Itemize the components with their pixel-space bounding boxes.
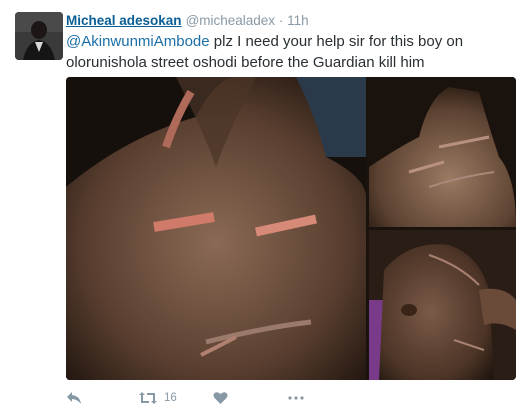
retweet-icon: [139, 392, 157, 404]
separator: ·: [278, 13, 284, 28]
retweet-count: 16: [164, 392, 177, 404]
photo-3[interactable]: [369, 230, 516, 380]
photo-2[interactable]: [369, 77, 516, 227]
like-icon: [213, 392, 228, 404]
mention-link[interactable]: @AkinwunmiAmbode: [66, 33, 210, 50]
reply-button[interactable]: [66, 388, 82, 408]
media-grid: [66, 77, 516, 380]
author-handle[interactable]: @michealadex: [186, 13, 276, 28]
more-button[interactable]: [288, 388, 304, 408]
author-name[interactable]: Micheal adesokan: [66, 13, 182, 28]
photo-1[interactable]: [66, 77, 366, 380]
retweet-button[interactable]: 16: [138, 388, 177, 408]
tweet-actions: 16: [66, 388, 486, 408]
like-button[interactable]: [213, 388, 228, 408]
avatar[interactable]: [15, 12, 63, 60]
tweet-header: Micheal adesokan @michealadex · 11h: [66, 12, 309, 29]
reply-icon: [67, 392, 81, 404]
more-icon: [288, 396, 304, 400]
timestamp[interactable]: 11h: [287, 13, 309, 28]
tweet-card: Micheal adesokan @michealadex · 11h @Akin…: [0, 0, 532, 414]
tweet-text: @AkinwunmiAmbode plz I need your help si…: [66, 31, 516, 73]
